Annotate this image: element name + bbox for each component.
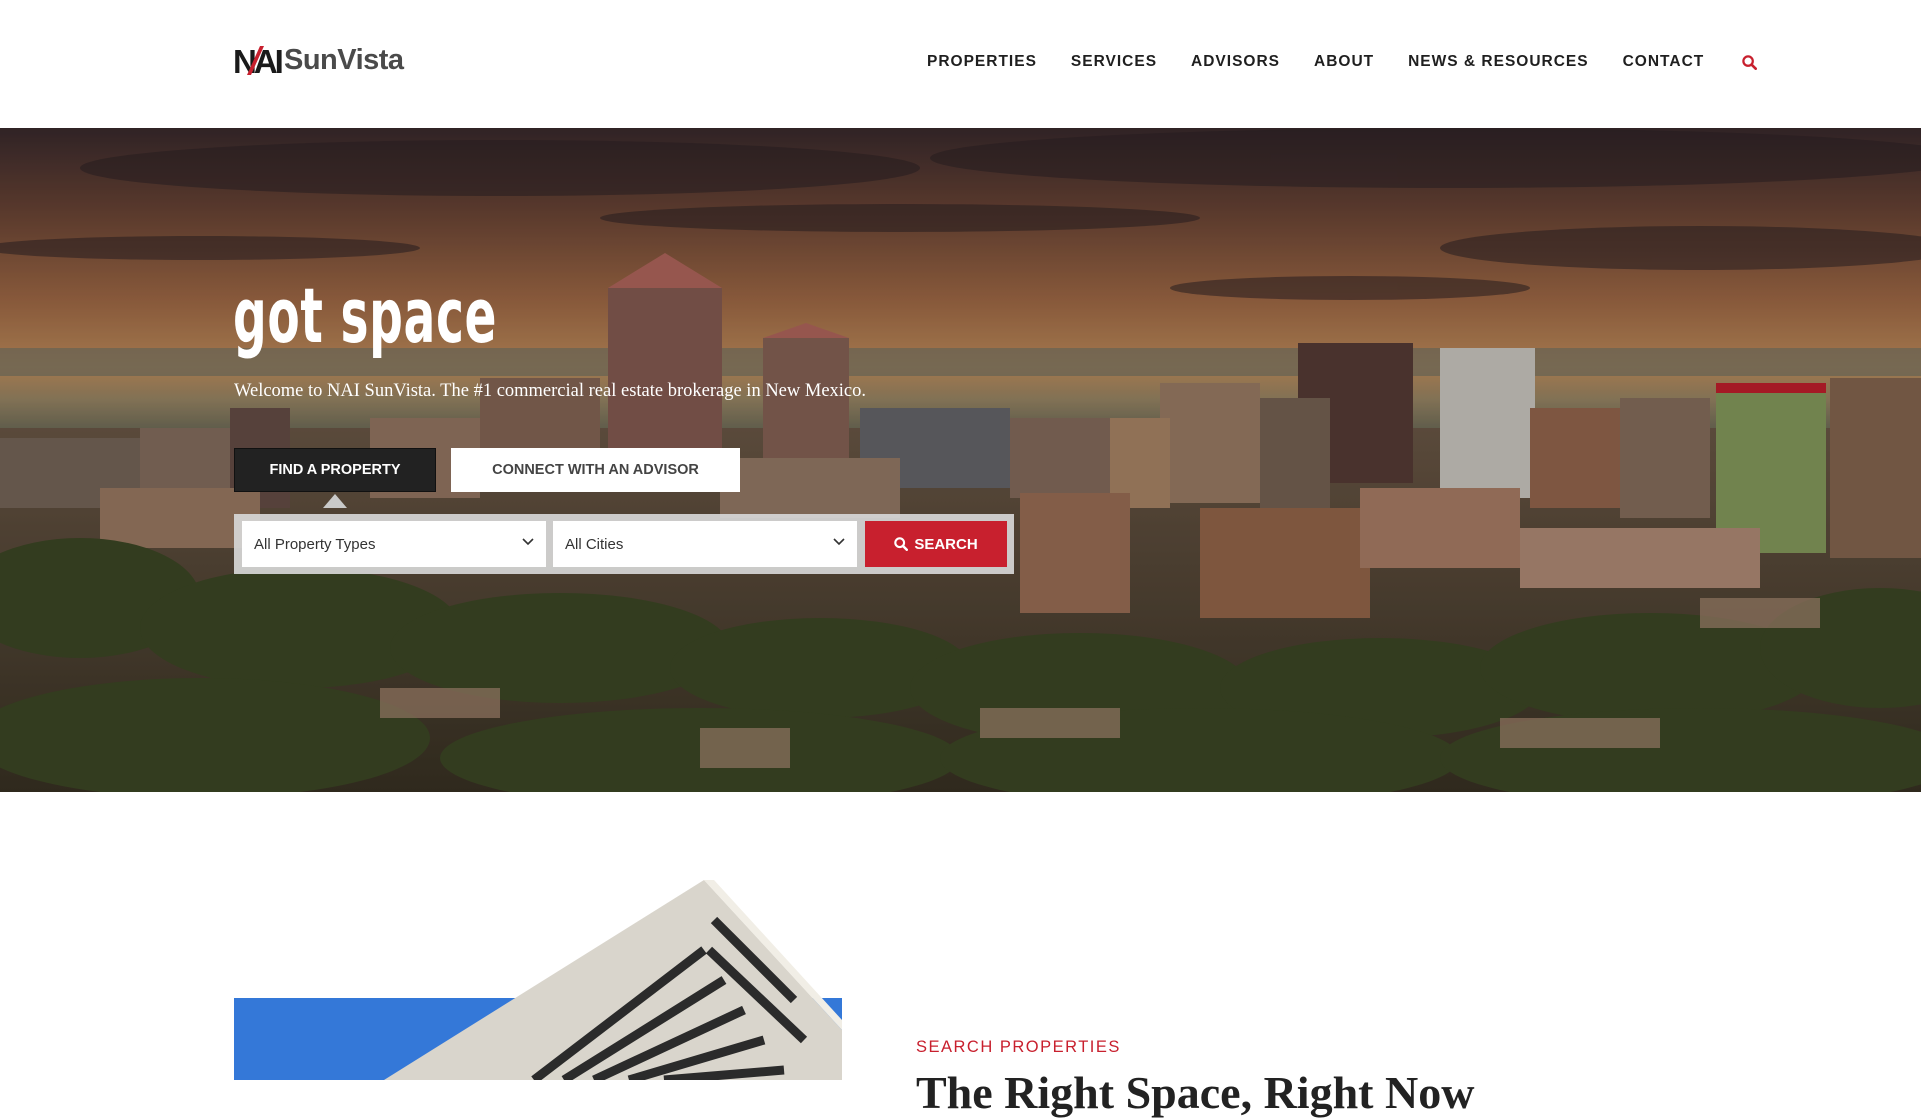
- main-nav: PROPERTIES SERVICES ADVISORS ABOUT NEWS …: [910, 52, 1759, 72]
- property-type-select[interactable]: All Property Types: [242, 521, 546, 567]
- property-type-value: All Property Types: [254, 535, 376, 553]
- search-button-label: SEARCH: [914, 535, 978, 553]
- nav-properties[interactable]: PROPERTIES: [927, 53, 1037, 71]
- nav-services[interactable]: SERVICES: [1071, 53, 1157, 71]
- hero-subtitle: Welcome to NAI SunVista. The #1 commerci…: [234, 381, 867, 401]
- tab-connect-with-an-advisor[interactable]: CONNECT WITH AN ADVISOR: [451, 448, 740, 492]
- section-eyebrow: SEARCH PROPERTIES: [916, 1038, 1121, 1056]
- search-icon[interactable]: [1739, 52, 1759, 72]
- office-building-image: [234, 880, 842, 1080]
- search-button[interactable]: SEARCH: [865, 521, 1007, 567]
- hero-banner: got space Welcome to NAI SunVista. The #…: [0, 128, 1921, 792]
- nai-sunvista-logo[interactable]: NAI SunVista: [233, 40, 404, 76]
- tab-find-a-property[interactable]: FIND A PROPERTY: [234, 448, 436, 492]
- nai-logo-mark: NAI: [233, 44, 283, 76]
- hero-title: got space: [233, 271, 498, 360]
- logo-wordmark: SunVista: [284, 44, 404, 76]
- active-tab-pointer: [323, 494, 347, 508]
- search-icon: [894, 537, 909, 551]
- chevron-down-icon: [522, 538, 534, 546]
- section-heading: The Right Space, Right Now: [916, 1067, 1475, 1118]
- nav-about[interactable]: ABOUT: [1314, 53, 1374, 71]
- nav-news-resources[interactable]: NEWS & RESOURCES: [1408, 53, 1589, 71]
- city-value: All Cities: [565, 535, 624, 553]
- city-select[interactable]: All Cities: [553, 521, 857, 567]
- chevron-down-icon: [833, 538, 845, 546]
- nav-contact[interactable]: CONTACT: [1623, 53, 1705, 71]
- site-header: NAI SunVista PROPERTIES SERVICES ADVISOR…: [0, 0, 1921, 128]
- property-search-form: All Property Types All Cities SEARCH: [234, 514, 1014, 574]
- nav-advisors[interactable]: ADVISORS: [1191, 53, 1280, 71]
